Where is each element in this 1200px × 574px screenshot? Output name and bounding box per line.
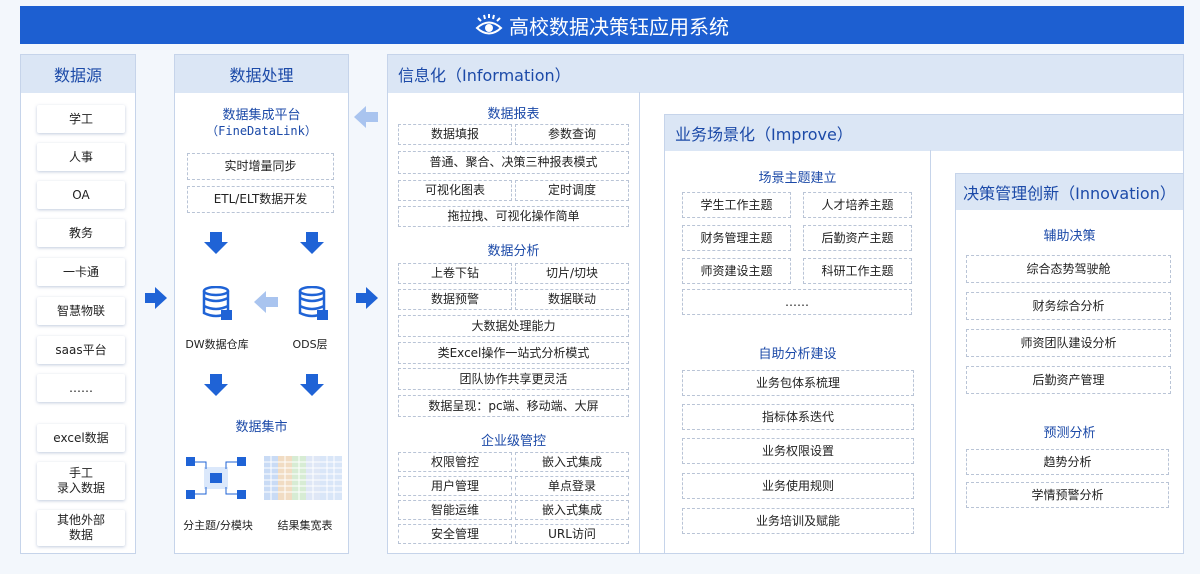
eye-icon [475, 14, 503, 35]
report-item: 普通、聚合、决策三种报表模式 [398, 151, 629, 174]
analysis-title: 数据分析 [487, 244, 540, 259]
mart-title: 数据集市 [235, 420, 288, 435]
analysis-item: 数据预警 [398, 289, 512, 310]
self-item: 业务包体系梳理 [682, 370, 914, 396]
proc-item-etl: ETL/ELT数据开发 [187, 186, 334, 213]
database-icon [298, 286, 328, 320]
information-header: 信息化（Information） [388, 55, 1183, 93]
assist-item: 后勤资产管理 [966, 366, 1171, 394]
scene-item: 财务管理主题 [682, 225, 791, 251]
platform-subtitle: （FineDataLink） [206, 124, 317, 138]
scene-item: 师资建设主题 [682, 258, 791, 284]
source-item: excel数据 [37, 424, 125, 452]
source-item: 智慧物联 [37, 297, 125, 325]
arrow-down-icon [204, 374, 228, 396]
processing-header: 数据处理 [175, 55, 348, 93]
scene-item: 后勤资产主题 [803, 225, 912, 251]
analysis-item: 上卷下钻 [398, 263, 512, 284]
page-title: 高校数据决策钰应用系统 [509, 14, 729, 39]
improve-header: 业务场景化（Improve） [665, 115, 1183, 151]
topic-module-icon [186, 457, 246, 499]
enterprise-item: 智能运维 [398, 500, 512, 520]
arrow-right-icon [145, 287, 167, 309]
predict-item: 学情预警分析 [966, 482, 1169, 508]
scene-item: 科研工作主题 [803, 258, 912, 284]
ods-label: ODS层 [292, 338, 328, 351]
predict-item: 趋势分析 [966, 449, 1169, 475]
source-item: saas平台 [37, 336, 125, 364]
report-item: 数据填报 [398, 124, 512, 145]
sources-header: 数据源 [21, 55, 135, 93]
analysis-item: 切片/切块 [515, 263, 629, 284]
enterprise-item: 安全管理 [398, 524, 512, 544]
report-title: 数据报表 [487, 107, 540, 122]
enterprise-item: 嵌入式集成 [515, 452, 629, 472]
assist-title: 辅助决策 [1043, 229, 1096, 244]
proc-item-realtime: 实时增量同步 [187, 153, 334, 180]
mart-right-label: 结果集宽表 [277, 519, 333, 532]
scene-title: 场景主题建立 [758, 171, 837, 186]
enterprise-title: 企业级管控 [480, 434, 546, 449]
enterprise-item: URL访问 [515, 524, 629, 544]
scene-item: …… [682, 289, 912, 315]
arrow-right-icon [356, 287, 378, 309]
arrow-down-icon [204, 232, 228, 254]
self-item: 业务培训及赋能 [682, 508, 914, 534]
predict-title: 预测分析 [1043, 426, 1096, 441]
source-item: 一卡通 [37, 258, 125, 286]
self-item: 业务权限设置 [682, 438, 914, 464]
scene-item: 学生工作主题 [682, 192, 791, 218]
analysis-item: 大数据处理能力 [398, 315, 629, 337]
source-item: 手工 录入数据 [37, 462, 125, 500]
database-icon [202, 286, 232, 320]
assist-item: 综合态势驾驶舱 [966, 255, 1171, 283]
scene-item: 人才培养主题 [803, 192, 912, 218]
title-banner: 高校数据决策钰应用系统 [20, 6, 1184, 44]
assist-item: 财务综合分析 [966, 292, 1171, 320]
innovation-header: 决策管理创新（Innovation） [956, 174, 1183, 210]
enterprise-item: 权限管控 [398, 452, 512, 472]
dw-label: DW数据仓库 [185, 338, 249, 351]
source-item: 学工 [37, 105, 125, 133]
source-item: 教务 [37, 219, 125, 247]
arrow-left-icon [354, 106, 378, 128]
report-item: 定时调度 [515, 180, 629, 201]
self-item: 业务使用规则 [682, 473, 914, 499]
wide-table-icon [264, 456, 342, 500]
arrow-down-icon [300, 374, 324, 396]
source-item: OA [37, 181, 125, 209]
source-item: 其他外部 数据 [37, 510, 125, 546]
analysis-item: 团队协作共享更灵活 [398, 368, 629, 390]
source-item: …… [37, 374, 125, 402]
report-item: 可视化图表 [398, 180, 512, 201]
analysis-item: 数据联动 [515, 289, 629, 310]
self-title: 自助分析建设 [758, 347, 837, 362]
self-item: 指标体系迭代 [682, 404, 914, 430]
arrow-down-icon [300, 232, 324, 254]
mart-left-label: 分主题/分模块 [183, 519, 253, 532]
arrow-left-icon [254, 291, 278, 313]
analysis-item: 数据呈现：pc端、移动端、大屏 [398, 395, 629, 417]
enterprise-item: 嵌入式集成 [515, 500, 629, 520]
enterprise-item: 单点登录 [515, 476, 629, 496]
source-item: 人事 [37, 143, 125, 171]
report-item: 参数查询 [515, 124, 629, 145]
analysis-item: 类Excel操作一站式分析模式 [398, 342, 629, 364]
assist-item: 师资团队建设分析 [966, 329, 1171, 357]
enterprise-item: 用户管理 [398, 476, 512, 496]
report-item: 拖拉拽、可视化操作简单 [398, 206, 629, 227]
platform-title: 数据集成平台 [222, 108, 301, 123]
